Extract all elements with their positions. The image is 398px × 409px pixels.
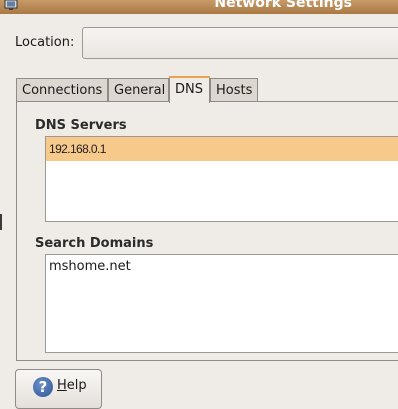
search-domain-row[interactable]: mshome.net	[46, 255, 398, 279]
help-button[interactable]: ? Help	[15, 369, 102, 409]
help-icon: ?	[33, 377, 53, 397]
title-bar: Network Settings	[0, 0, 398, 14]
tab-label: DNS	[175, 82, 203, 97]
window-edge-marker	[0, 214, 2, 230]
tab-hosts[interactable]: Hosts	[210, 78, 258, 102]
network-computer-icon[interactable]	[4, 0, 20, 11]
dns-server-row[interactable]: 192.168.0.1	[46, 137, 398, 161]
location-combo[interactable]	[82, 27, 398, 59]
tab-general[interactable]: General	[108, 78, 169, 102]
search-domains-list[interactable]: mshome.net	[45, 254, 398, 353]
tab-label: General	[114, 83, 166, 98]
help-button-label: Help	[57, 378, 87, 393]
window-title: Network Settings	[214, 0, 352, 11]
location-label: Location:	[15, 35, 75, 50]
tab-dns[interactable]: DNS	[169, 76, 210, 103]
dns-servers-list[interactable]: 192.168.0.1	[45, 136, 398, 222]
tab-label: Connections	[22, 83, 103, 98]
dns-servers-heading: DNS Servers	[35, 118, 127, 133]
search-domains-heading: Search Domains	[35, 236, 154, 251]
tab-connections[interactable]: Connections	[16, 78, 108, 102]
tab-label: Hosts	[216, 83, 253, 98]
